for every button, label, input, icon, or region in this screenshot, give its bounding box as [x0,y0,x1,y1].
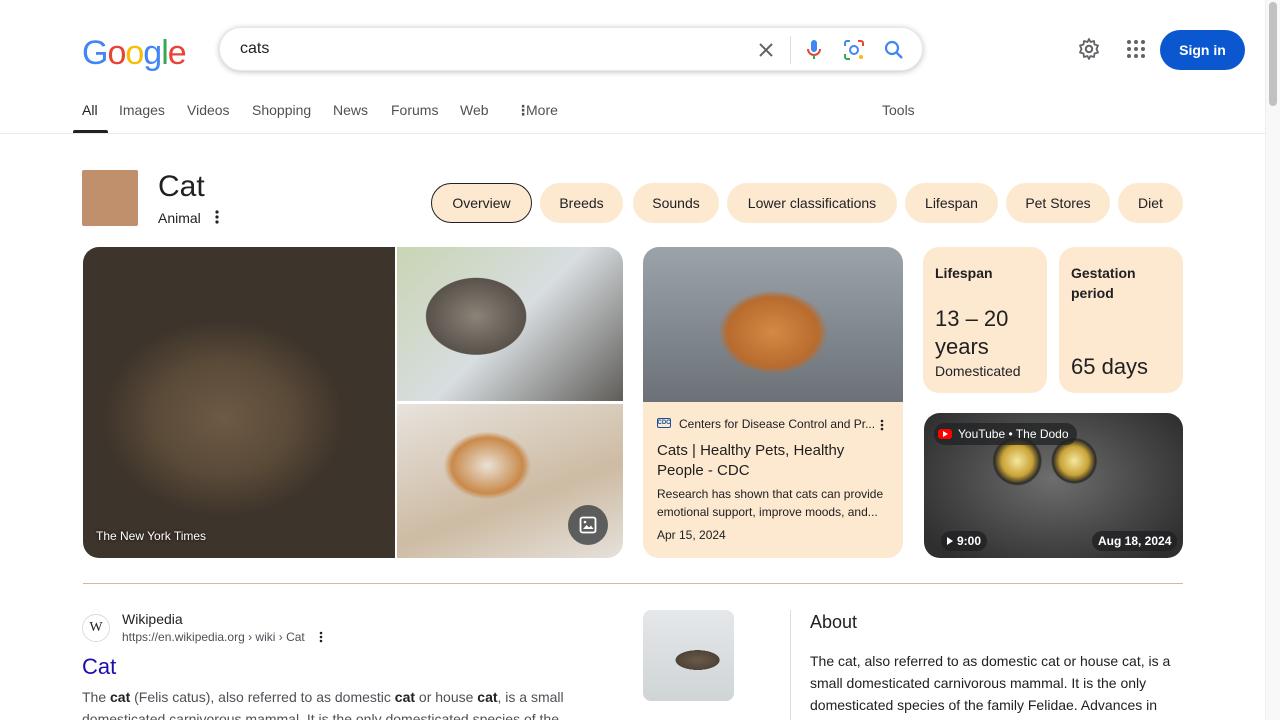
cat-image-main[interactable] [83,247,395,558]
panel-divider [790,610,791,720]
chip-sounds[interactable]: Sounds [633,183,719,223]
tools-button[interactable]: Tools [882,102,915,118]
entity-title: Cat [158,170,205,203]
snippet-bold: cat [477,689,498,705]
tab-news[interactable]: News [333,102,368,118]
logo-letter: o [107,34,126,72]
logo-letter: o [125,34,144,72]
gestation-card[interactable]: Gestation period 65 days [1059,247,1183,393]
result-site-name[interactable]: Wikipedia [122,611,183,627]
cdc-source: Centers for Disease Control and Pr... [679,417,876,431]
scrollbar-thumb[interactable] [1269,2,1277,106]
logo-letter: G [82,34,108,72]
entity-thumbnail[interactable] [82,170,138,226]
snippet-bold: cat [394,689,416,705]
scrollbar[interactable] [1265,0,1280,720]
chip-diet[interactable]: Diet [1118,183,1183,223]
logo-letter: e [167,34,187,72]
snippet-text: (Felis catus), also referred to as domes… [130,689,395,705]
more-images-button[interactable] [568,505,608,545]
orange-cat-image [643,247,903,402]
tab-forums[interactable]: Forums [391,102,438,118]
google-logo[interactable]: Google [82,34,187,73]
result-title-link[interactable]: Cat [82,654,116,680]
cat-image-tabby[interactable] [397,247,623,401]
video-duration-badge: 9:00 [941,531,988,551]
page-root: Google cats Sign in All Images Videos Sh… [0,0,1280,720]
result-more-icon[interactable] [316,630,326,644]
wikipedia-favicon[interactable]: W [82,614,110,642]
lifespan-value: 13 – 20 years [935,306,1009,359]
lifespan-card[interactable]: Lifespan 13 – 20 years Domesticated [923,247,1047,393]
video-source-badge: YouTube • The Dodo [934,423,1077,445]
gestation-label: Gestation period [1071,265,1136,301]
tab-shopping[interactable]: Shopping [252,102,311,118]
section-divider [83,583,1183,584]
cdc-logo-icon: CDC [657,418,671,428]
result-url[interactable]: https://en.wikipedia.org › wiki › Cat [122,630,305,644]
tab-web[interactable]: Web [460,102,489,118]
search-input[interactable]: cats [240,40,269,58]
cdc-snippet: Research has shown that cats can provide… [657,487,884,519]
search-icon[interactable] [882,38,906,62]
result-thumbnail[interactable] [643,610,734,701]
cdc-more-icon[interactable] [877,418,887,432]
tab-all[interactable]: All [82,102,98,118]
snippet-text: or house [415,689,478,705]
video-date: Aug 18, 2024 [1092,531,1178,551]
chip-breeds[interactable]: Breeds [540,183,623,223]
gestation-value: 65 days [1071,354,1149,379]
tab-more[interactable]: ⋮More [516,102,558,119]
video-source: YouTube • The Dodo [958,427,1069,441]
youtube-icon [938,429,952,439]
play-icon [947,537,953,545]
more-vert-icon: ⋮ [516,102,530,118]
microphone-icon[interactable] [802,38,826,62]
chip-overview[interactable]: Overview [431,183,532,223]
tab-images[interactable]: Images [119,102,165,118]
entity-subtitle: Animal [158,210,201,226]
lifespan-label: Lifespan [935,265,993,281]
entity-more-icon[interactable] [210,209,224,225]
result-snippet: The cat (Felis catus), also referred to … [82,686,582,720]
lens-camera-icon[interactable] [842,38,866,62]
search-divider [790,36,791,64]
tab-more-label: More [526,102,558,118]
sign-in-button[interactable]: Sign in [1160,30,1245,70]
snippet-text: The [82,689,111,705]
image-credit: The New York Times [96,529,207,543]
video-duration: 9:00 [957,534,982,548]
apps-grid-icon[interactable] [1124,37,1148,61]
cdc-title[interactable]: Cats | Healthy Pets, Healthy People - CD… [657,441,893,481]
lifespan-note: Domesticated [935,363,1021,379]
settings-gear-icon[interactable] [1077,37,1101,61]
clear-icon[interactable] [754,38,778,62]
snippet-bold: cat [110,689,131,705]
about-heading: About [810,612,858,632]
cdc-date: Apr 15, 2024 [657,528,726,542]
chip-lifespan[interactable]: Lifespan [905,183,998,223]
chip-pet-stores[interactable]: Pet Stores [1006,183,1110,223]
chip-lower-classifications[interactable]: Lower classifications [727,183,897,223]
tab-videos[interactable]: Videos [187,102,230,118]
about-text: The cat, also referred to as domestic ca… [810,653,1171,713]
header-divider [0,133,1265,134]
image-gallery-icon [579,516,597,534]
cdc-article-card[interactable]: CDC Centers for Disease Control and Pr..… [643,247,903,558]
search-box[interactable]: cats [219,27,923,71]
logo-letter: g [143,34,162,72]
